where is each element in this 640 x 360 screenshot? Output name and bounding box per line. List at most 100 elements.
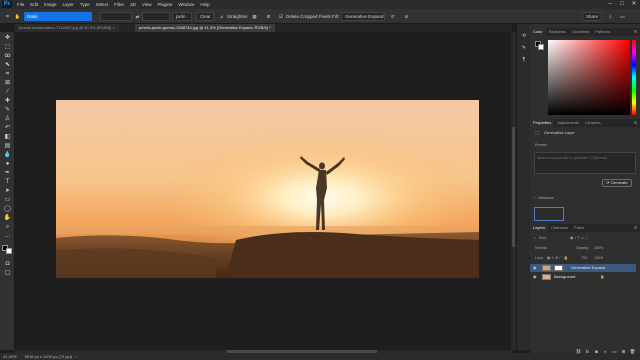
rectangle-tool-icon[interactable]: ▭ [3,196,12,205]
background-color[interactable] [538,44,544,50]
color-picker-field[interactable] [548,40,630,115]
zoom-level[interactable]: 41,32% [3,354,17,359]
dodge-tool-icon[interactable]: ● [3,160,12,169]
brush-settings-icon[interactable]: ✎ [520,44,528,52]
type-tool-icon[interactable]: T [3,178,12,187]
screen-mode-icon[interactable]: ▢ [3,269,12,278]
hand-tool-icon[interactable]: ✋ [3,214,12,223]
panel-menu-icon[interactable]: ≡ [634,224,637,232]
lock-icons[interactable]: ▦ ✎ ✥ ⬚ 🔒 [547,256,568,260]
filter-search-icon[interactable]: ⌕ [534,236,536,240]
menu-select[interactable]: Select [96,2,109,7]
panel-menu-icon[interactable]: ≡ [634,28,637,36]
character-icon[interactable]: ¶ [520,56,528,64]
mask-icon[interactable]: ◙ [592,349,601,355]
tab-layers[interactable]: Layers [530,224,549,232]
link-icon[interactable]: ⛓ [574,349,583,355]
background-color-swatch[interactable] [6,248,12,254]
gradient-tool-icon[interactable]: ▤ [3,142,12,151]
crop-tool-icon[interactable]: ⌗ [3,70,12,79]
visibility-eye-icon[interactable]: ◉ [533,264,537,272]
adjustment-icon[interactable]: ◐ [601,349,610,355]
menu-edit[interactable]: Edit [30,2,38,7]
fill-dropdown[interactable]: Generative Expand [341,12,385,21]
photoshop-logo[interactable]: Ps [2,1,12,8]
canvas-area[interactable] [15,32,512,350]
workspace-icon[interactable]: ▭ [618,12,627,21]
filter-kind-dropdown[interactable]: Kind [539,236,546,240]
layer-mask-thumbnail[interactable] [554,265,563,271]
generate-button[interactable]: ⟳ Generate [602,179,632,187]
swap-icon[interactable]: ⇄ [133,12,142,21]
menu-help[interactable]: Help [200,2,209,7]
group-icon[interactable]: ▭ [610,349,619,355]
overlay-grid-icon[interactable]: ▦ [250,12,259,21]
menu-type[interactable]: Type [80,2,90,7]
tab-channels[interactable]: Channels [548,224,571,232]
variation-thumbnail[interactable] [534,207,564,221]
tab-gradients[interactable]: Gradients [569,28,592,36]
brush-tool-icon[interactable]: ✎ [3,106,12,115]
maximize-icon[interactable]: □ [616,0,628,9]
tab-libraries[interactable]: Libraries [582,119,603,127]
tab-properties[interactable]: Properties [530,119,555,127]
filter-type-icons[interactable]: ▣ ◐ T ▭ ⬚ [570,236,588,240]
resolution-unit-dropdown[interactable]: px/in [172,12,192,21]
ratio-width-input[interactable] [100,12,132,21]
menu-file[interactable]: File [17,2,24,7]
menu-plugins[interactable]: Plugins [158,2,173,7]
menu-window[interactable]: Window [178,2,194,7]
reset-icon[interactable]: ↺ [388,12,397,21]
path-selection-tool-icon[interactable]: ➤ [3,187,12,196]
delete-cropped-pixels-checkbox[interactable]: ☑ [279,12,283,21]
history-icon[interactable]: ⟲ [520,32,528,40]
menu-view[interactable]: View [142,2,152,7]
healing-brush-tool-icon[interactable]: ✚ [3,97,12,106]
opacity-value[interactable]: 100% [594,246,603,250]
status-arrow-icon[interactable]: › [75,354,76,359]
trash-icon[interactable]: 🗑 [628,349,637,355]
lasso-tool-icon[interactable]: ꝏ [3,52,12,61]
fill-value[interactable]: 100% [594,256,603,260]
ellipse-tool-icon[interactable]: ◯ [3,205,12,214]
layer-row-background[interactable]: ◉ Background 🔒 [530,273,636,281]
straighten-label[interactable]: Straighten [227,12,248,21]
pen-tool-icon[interactable]: ✒ [3,169,12,178]
blur-tool-icon[interactable]: 💧 [3,151,12,160]
prompt-input[interactable]: What would you like to generate? (Option… [534,152,636,174]
eraser-tool-icon[interactable]: ◧ [3,133,12,142]
quick-mask-icon[interactable]: ◘ [3,260,12,269]
frame-tool-icon[interactable]: ⊠ [3,79,12,88]
menu-3d[interactable]: 3D [130,2,136,7]
clone-stamp-tool-icon[interactable]: ♙ [3,115,12,124]
hue-slider[interactable] [632,40,636,115]
search-icon[interactable]: ⌕ [606,12,615,21]
move-tool-icon[interactable]: ✥ [3,34,12,43]
tab-document-2[interactable]: pexels-jacob-gomez-1568744.jpg @ 41,3% (… [135,24,275,32]
variations-chevron-icon[interactable]: › [534,196,535,200]
share-button[interactable]: Share [582,12,602,21]
zoom-tool-icon[interactable]: ⌕ [3,223,12,232]
clear-button[interactable]: Clear [196,12,214,21]
blend-mode-dropdown[interactable]: Normal [535,246,547,250]
crop-tool-icon[interactable]: ⌗ [3,12,12,21]
more-tools-icon[interactable]: … [3,232,12,241]
menu-layer[interactable]: Layer [63,2,74,7]
tab-swatches[interactable]: Swatches [546,28,569,36]
vertical-scroll-thumb[interactable] [512,127,515,247]
minimize-icon[interactable]: – [604,0,616,9]
layer-row-generative-expand[interactable]: ◉ Generative Expand [530,264,636,272]
object-selection-tool-icon[interactable]: ⬉ [3,61,12,70]
tab-color[interactable]: Color [530,28,546,36]
tab-adjustments[interactable]: Adjustments [554,119,582,127]
photo-canvas[interactable] [56,100,479,278]
eyedropper-tool-icon[interactable]: ⁄ [3,88,12,97]
tab-patterns[interactable]: Patterns [592,28,613,36]
menu-filter[interactable]: Filter [114,2,124,7]
new-layer-icon[interactable]: ⊞ [619,349,628,355]
gear-icon[interactable]: ⚙ [264,12,273,21]
visibility-eye-icon[interactable]: ◉ [533,273,537,281]
ratio-preset-dropdown[interactable]: Ratio [24,12,92,21]
close-icon[interactable]: ✕ [628,0,640,9]
panel-menu-icon[interactable]: ≡ [634,119,637,127]
